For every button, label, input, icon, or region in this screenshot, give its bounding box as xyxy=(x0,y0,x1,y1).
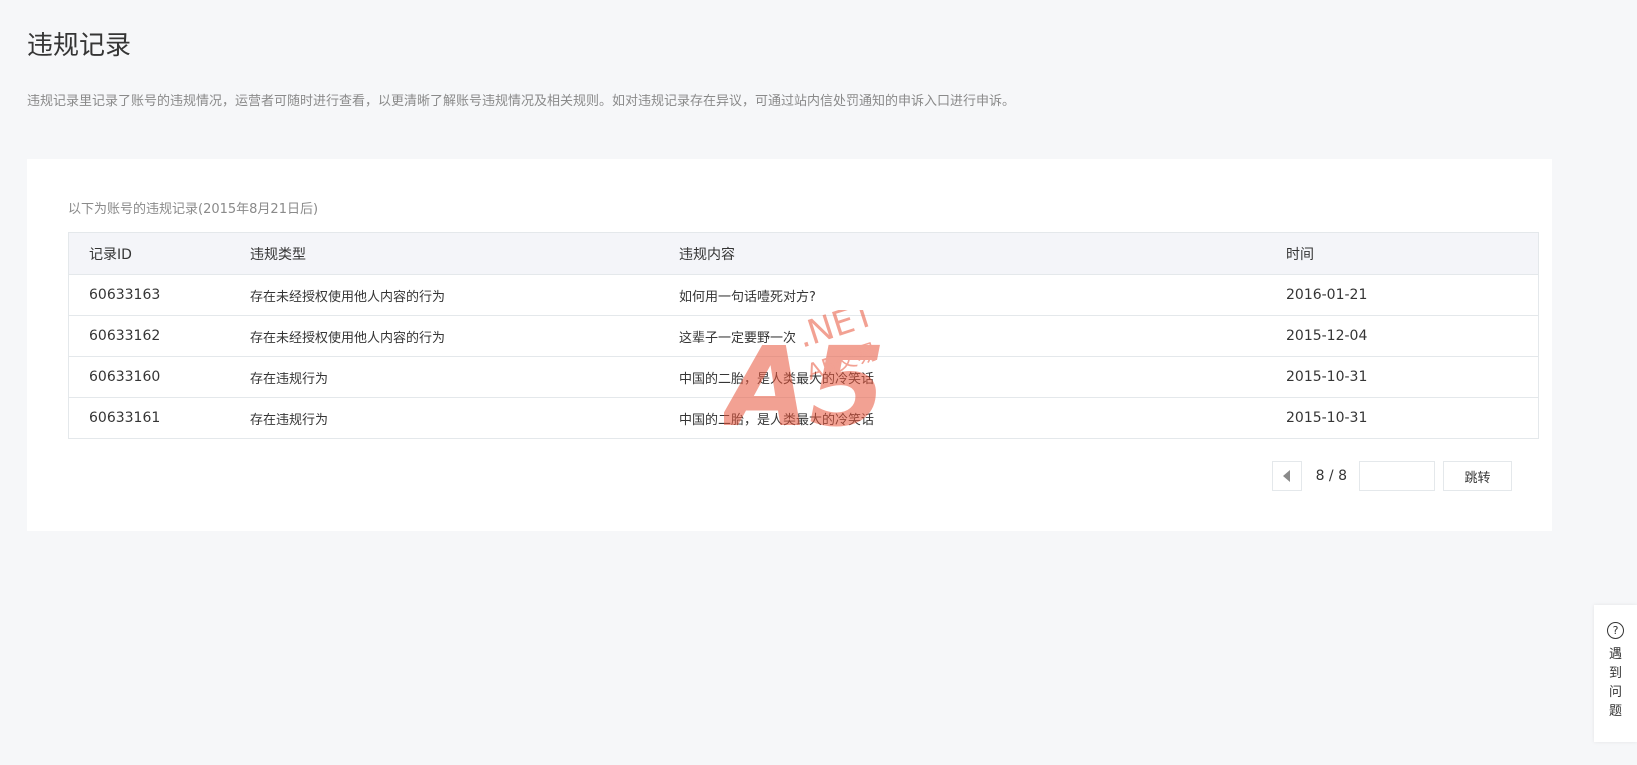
record-content: 中国的二胎，是人类最大的冷笑话 xyxy=(679,412,875,428)
page-root: 违规记录 违规记录里记录了账号的违规情况，运营者可随时进行查看，以更清晰了解账号… xyxy=(0,0,1637,765)
help-floating-button[interactable]: ? 遇到问题 xyxy=(1594,605,1637,742)
record-id: 60633160 xyxy=(89,369,161,385)
page-title: 违规记录 xyxy=(27,31,132,61)
record-id: 60633162 xyxy=(89,328,161,344)
table-row: 60633160 存在违规行为 中国的二胎，是人类最大的冷笑话 2015-10-… xyxy=(69,356,1538,397)
question-circle-icon: ? xyxy=(1607,622,1624,639)
table-row: 60633163 存在未经授权使用他人内容的行为 如何用一句话噎死对方? 201… xyxy=(69,274,1538,315)
record-time: 2015-10-31 xyxy=(1286,410,1368,426)
record-id: 60633161 xyxy=(89,410,161,426)
record-time: 2015-10-31 xyxy=(1286,369,1368,385)
help-label: 遇到问题 xyxy=(1608,647,1622,719)
record-id: 60633163 xyxy=(89,287,161,303)
page-description: 违规记录里记录了账号的违规情况，运营者可随时进行查看，以更清晰了解账号违规情况及… xyxy=(27,94,1016,109)
record-content: 中国的二胎，是人类最大的冷笑话 xyxy=(679,371,875,387)
triangle-left-icon xyxy=(1283,470,1291,482)
record-type: 存在未经授权使用他人内容的行为 xyxy=(250,289,446,305)
column-header-id: 记录ID xyxy=(89,246,132,263)
record-type: 存在违规行为 xyxy=(250,371,329,387)
column-header-time: 时间 xyxy=(1286,246,1314,263)
table-header-row: 记录ID 违规类型 违规内容 时间 xyxy=(69,233,1538,274)
record-time: 2016-01-21 xyxy=(1286,287,1368,303)
jump-button[interactable]: 跳转 xyxy=(1443,461,1512,491)
record-type: 存在违规行为 xyxy=(250,412,329,428)
table-row: 60633162 存在未经授权使用他人内容的行为 这辈子一定要野一次 2015-… xyxy=(69,315,1538,356)
column-header-content: 违规内容 xyxy=(679,246,735,263)
table-row: 60633161 存在违规行为 中国的二胎，是人类最大的冷笑话 2015-10-… xyxy=(69,397,1538,438)
record-content: 如何用一句话噎死对方? xyxy=(679,289,816,305)
record-time: 2015-12-04 xyxy=(1286,328,1368,344)
prev-page-button[interactable] xyxy=(1271,461,1302,491)
pagination: 8 / 8 跳转 xyxy=(1271,460,1512,492)
record-content: 这辈子一定要野一次 xyxy=(679,330,797,346)
records-card: 以下为账号的违规记录(2015年8月21日后) 记录ID 违规类型 违规内容 时… xyxy=(27,159,1552,531)
records-caption: 以下为账号的违规记录(2015年8月21日后) xyxy=(68,202,319,217)
records-table: 记录ID 违规类型 违规内容 时间 60633163 存在未经授权使用他人内容的… xyxy=(68,232,1539,439)
record-type: 存在未经授权使用他人内容的行为 xyxy=(250,330,446,346)
page-jump-input[interactable] xyxy=(1359,461,1435,491)
page-indicator: 8 / 8 xyxy=(1315,468,1347,484)
column-header-type: 违规类型 xyxy=(250,246,306,263)
